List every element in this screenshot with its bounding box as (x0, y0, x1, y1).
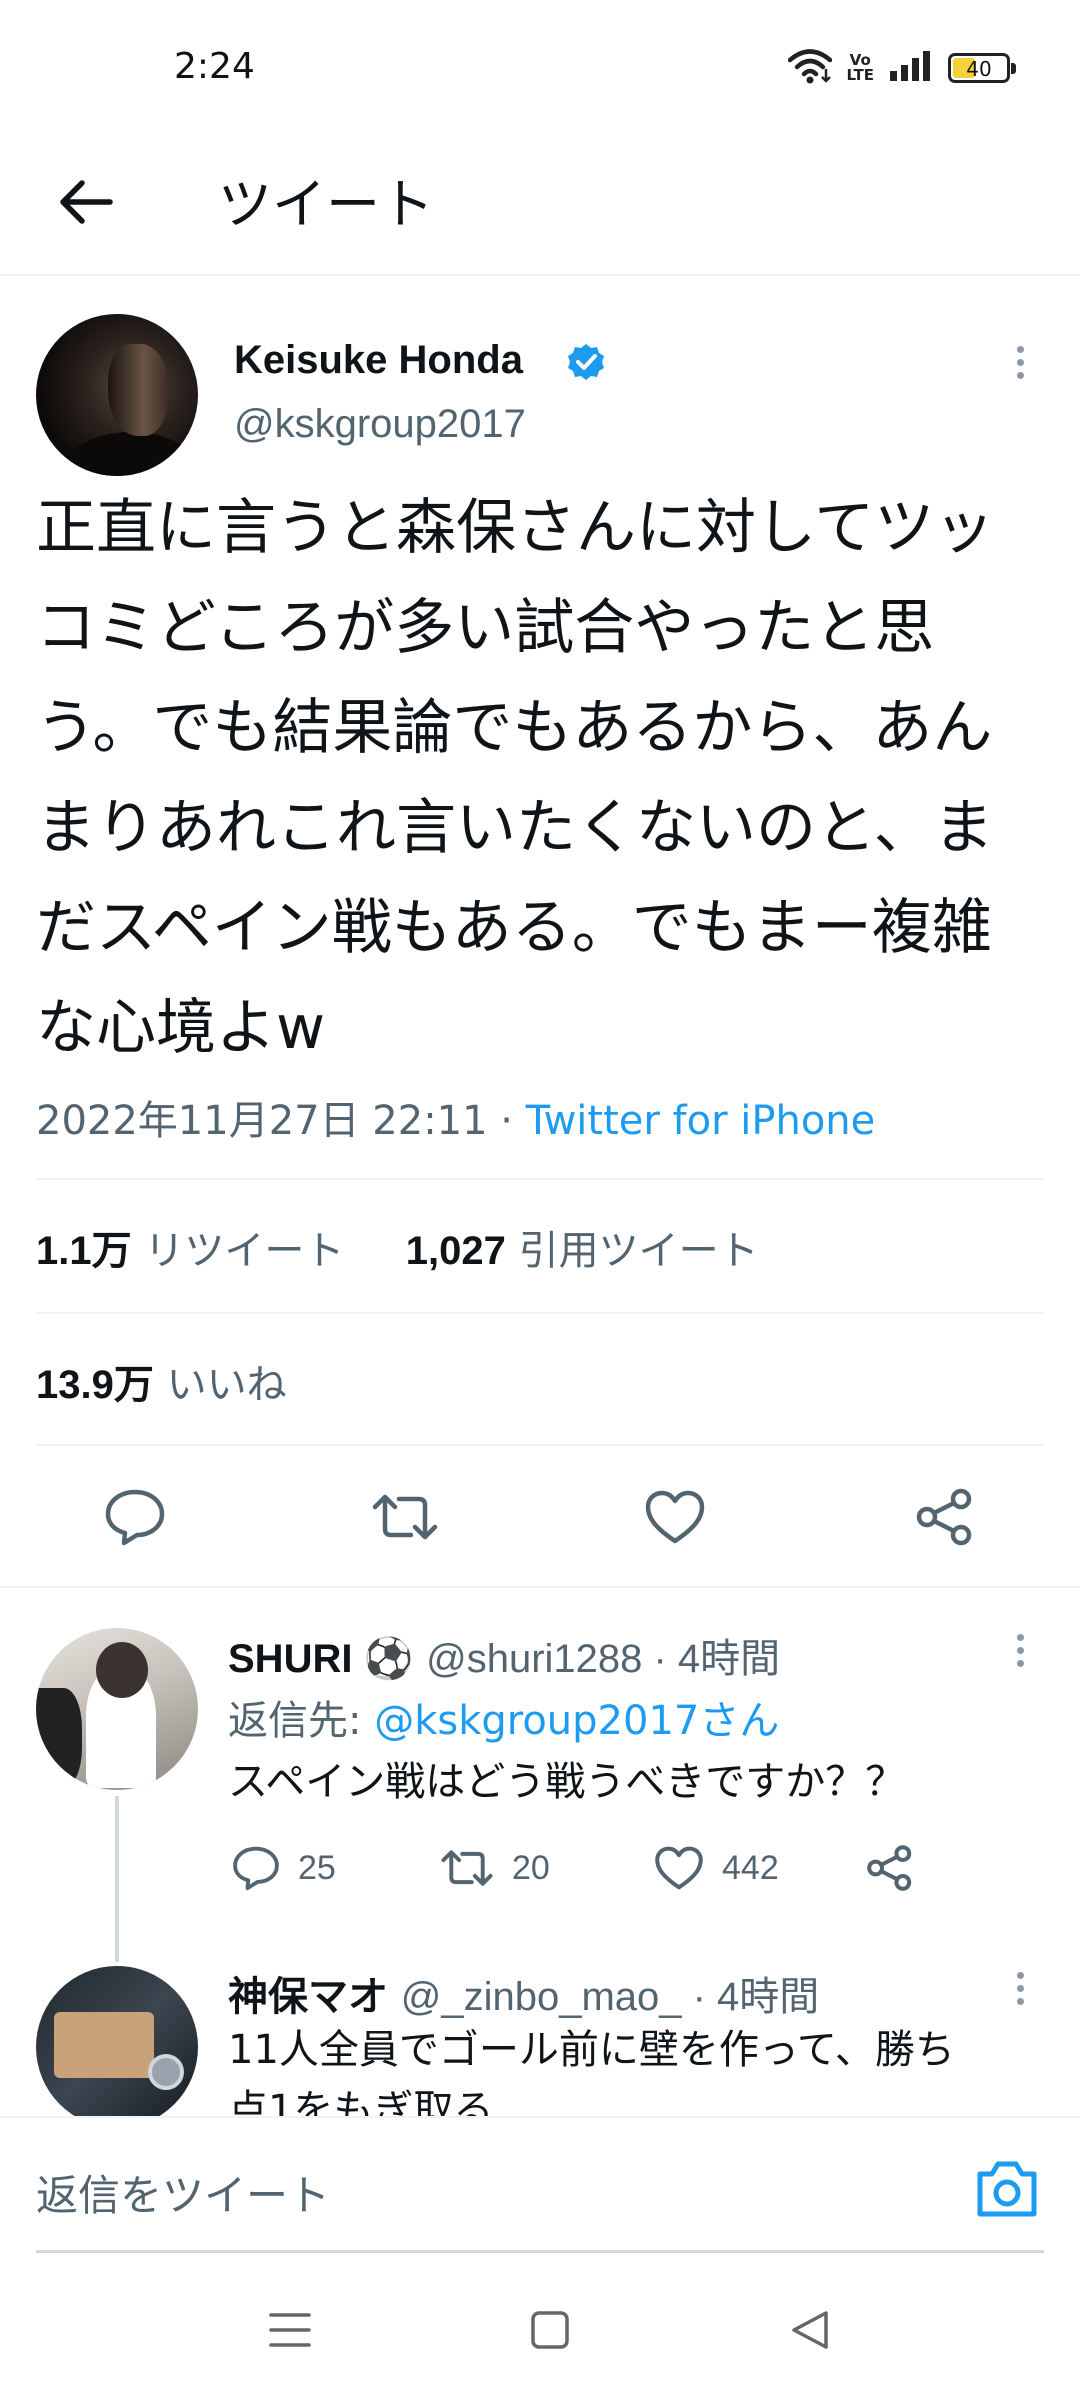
reply-input[interactable]: 返信をツイート (36, 2162, 330, 2223)
reply-author-name[interactable]: 神保マオ (228, 1975, 388, 2019)
camera-icon (977, 2161, 1037, 2217)
square-icon (531, 2311, 569, 2349)
nav-menu-button[interactable] (260, 2302, 320, 2358)
reply-meta: @_zinbo_mao_ · 4時間 (400, 1975, 820, 2019)
triangle-back-icon (792, 2311, 828, 2349)
menu-icon (269, 2313, 311, 2347)
reply-header: 神保マオ @_zinbo_mao_ · 4時間 (228, 1964, 819, 2022)
nav-back-button[interactable] (780, 2302, 840, 2358)
reply-2-container: 神保マオ @_zinbo_mao_ · 4時間 11人全員でゴール前に壁を作って… (0, 0, 1080, 2116)
system-nav-bar (0, 2256, 1080, 2400)
reply-text-line1: 11人全員でゴール前に壁を作って、勝ち (228, 2027, 955, 2073)
reply-compose-bar: 返信をツイート (0, 2116, 1080, 2252)
reply-text-line2: 点1をもぎ取る (228, 2087, 494, 2116)
compose-underline (36, 2250, 1044, 2253)
reply-more-button[interactable] (1000, 1958, 1040, 2018)
camera-button[interactable] (974, 2158, 1040, 2220)
nav-home-button[interactable] (520, 2302, 580, 2358)
reply-avatar[interactable] (36, 1966, 198, 2116)
